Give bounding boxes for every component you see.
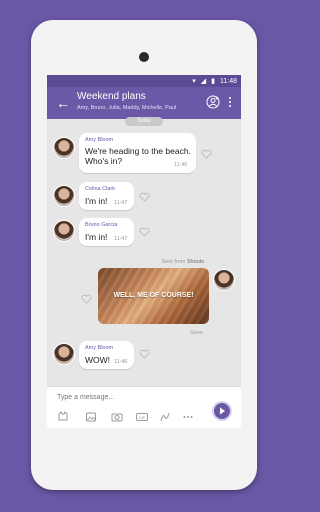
message-text: I'm in! (85, 232, 108, 242)
sender-name: Celina Clark (85, 186, 115, 192)
message-text: WOW! (85, 355, 111, 365)
participants-list[interactable]: Amy, Bruno, Julia, Maddy, Michelle, Paul (77, 105, 176, 111)
like-heart-icon[interactable] (139, 227, 150, 237)
avatar-me[interactable] (213, 269, 235, 291)
sender-name: Bruno Garcia (85, 222, 118, 228)
more-vert-icon[interactable] (226, 95, 234, 109)
conversation-header: ← Weekend plans Amy, Bruno, Julia, Maddy… (47, 87, 241, 119)
like-heart-icon[interactable] (139, 192, 150, 202)
battery-icon: ▮ (211, 77, 215, 85)
message-input[interactable] (57, 392, 207, 402)
back-arrow-icon[interactable]: ← (55, 93, 71, 113)
doodle-icon[interactable] (159, 411, 171, 423)
message-text: We're heading to the beach. (85, 146, 191, 156)
message-text: Who's in? (85, 156, 123, 166)
date-divider: Today (125, 117, 163, 126)
avatar-bruno[interactable] (53, 220, 75, 242)
svg-text:GIF: GIF (139, 415, 146, 420)
seen-status: Seen (190, 330, 203, 336)
avatar-amy[interactable] (53, 343, 75, 365)
send-icon (220, 407, 225, 415)
message-time: 11:47 (114, 236, 128, 242)
front-camera (139, 52, 149, 62)
message-time: 11:46 (174, 162, 188, 168)
gallery-icon[interactable] (85, 411, 97, 423)
camera-icon[interactable] (111, 411, 123, 423)
wifi-icon: ▾ (192, 77, 196, 85)
message-text: I'm in! (85, 196, 108, 206)
sent-from-prefix: Sent from (161, 259, 186, 265)
message-bubble[interactable]: Amy Bloom WOW! 11:46 (79, 341, 134, 369)
chat-screen: ▾ ◢ ▮ 11:48 ← Weekend plans Amy, Bruno, … (47, 75, 241, 428)
sender-name: Amy Bloom (85, 345, 114, 351)
message-composer: GIF (47, 386, 241, 428)
gif-icon[interactable]: GIF (136, 411, 148, 423)
like-heart-icon[interactable] (201, 149, 212, 159)
voice-send-button[interactable] (212, 401, 232, 421)
message-bubble[interactable]: Bruno Garcia I'm in! 11:47 (79, 218, 134, 246)
like-heart-icon[interactable] (81, 294, 92, 304)
message-bubble[interactable]: Celina Clark I'm in! 11:47 (79, 182, 134, 210)
avatar-celina[interactable] (53, 185, 75, 207)
signal-icon: ◢ (200, 77, 207, 85)
message-time: 11:46 (114, 359, 128, 365)
message-bubble[interactable]: Amy Bloom We're heading to the beach. Wh… (79, 133, 196, 173)
conversation-title[interactable]: Weekend plans (77, 91, 146, 102)
more-options-icon[interactable] (182, 411, 194, 423)
message-time: 11:47 (114, 200, 128, 206)
shout-text: WELL, ME OF COURSE! (113, 292, 194, 299)
add-participant-icon[interactable] (206, 95, 220, 109)
sent-from-source[interactable]: Shouts (187, 259, 204, 265)
avatar-amy[interactable] (53, 137, 75, 159)
like-heart-icon[interactable] (139, 349, 150, 359)
sender-name: Amy Bloom (85, 137, 114, 143)
sent-from-label: Sent from Shouts (162, 259, 205, 265)
status-bar: ▾ ◢ ▮ 11:48 (47, 75, 241, 87)
shout-image-message[interactable]: WELL, ME OF COURSE! (98, 268, 209, 324)
status-time: 11:48 (220, 77, 237, 85)
sticker-icon[interactable] (57, 411, 69, 423)
